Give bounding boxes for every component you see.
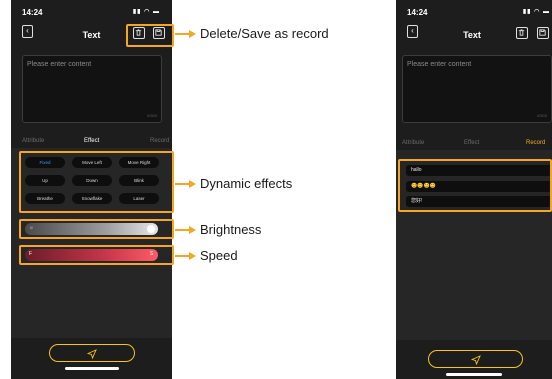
- tab-bar: Attribute Effect Record: [396, 138, 552, 150]
- arrow-head-brightness: [189, 226, 196, 234]
- highlight-brightness: [19, 219, 174, 239]
- content-input[interactable]: Please enter content 0/500: [402, 55, 552, 123]
- highlight-effects: [19, 151, 174, 213]
- char-counter: 0/500: [146, 113, 157, 118]
- save-icon: [539, 29, 546, 36]
- tab-record[interactable]: Record: [150, 138, 169, 144]
- home-indicator: [65, 367, 119, 370]
- arrow-line-effects: [175, 183, 190, 185]
- highlight-speed: [19, 245, 174, 265]
- nav-bar: ‹ Text: [396, 20, 552, 48]
- status-time: 14:24: [407, 8, 428, 17]
- arrow-line-brightness: [175, 229, 190, 231]
- delete-button[interactable]: [516, 27, 528, 39]
- send-icon: [470, 355, 481, 365]
- highlight-delete-save: [126, 24, 174, 47]
- trash-icon: [518, 29, 525, 36]
- signal-wifi-battery-icon: ▮▮ ◠ ▬: [522, 9, 550, 15]
- callout-brightness: Brightness: [200, 222, 262, 237]
- tab-record[interactable]: Record: [526, 140, 545, 146]
- arrow-line-speed: [175, 255, 190, 257]
- callout-effects: Dynamic effects: [200, 176, 293, 191]
- callout-speed: Speed: [200, 248, 238, 263]
- status-time: 14:24: [22, 8, 43, 17]
- arrow-head-speed: [189, 252, 196, 260]
- content-input[interactable]: Please enter content 0/500: [22, 55, 162, 123]
- arrow-head-effects: [189, 180, 196, 188]
- send-button[interactable]: [428, 350, 523, 368]
- arrow-line-delete-save: [175, 33, 190, 35]
- status-bar: 14:24 ▮▮ ◠ ▬: [396, 0, 552, 22]
- status-bar: 14:24 ▮▮ ◠ ▬: [11, 0, 172, 22]
- home-indicator: [446, 373, 502, 376]
- arrow-head-delete-save: [189, 30, 196, 38]
- signal-wifi-battery-icon: ▮▮ ◠ ▬: [132, 9, 160, 15]
- callout-delete-save: Delete/Save as record: [200, 26, 329, 41]
- char-counter: 0/500: [536, 113, 547, 118]
- content-placeholder: Please enter content: [27, 61, 92, 68]
- highlight-records: [398, 159, 552, 212]
- send-icon: [87, 349, 97, 359]
- tab-attribute[interactable]: Attribute: [22, 138, 44, 144]
- tab-attribute[interactable]: Attribute: [402, 140, 424, 146]
- content-placeholder: Please enter content: [407, 61, 472, 68]
- tab-bar: Attribute Effect Record: [11, 136, 172, 148]
- tab-effect[interactable]: Effect: [84, 138, 99, 144]
- save-record-button[interactable]: [537, 27, 549, 39]
- send-button[interactable]: [49, 344, 135, 362]
- tab-effect[interactable]: Effect: [464, 140, 479, 146]
